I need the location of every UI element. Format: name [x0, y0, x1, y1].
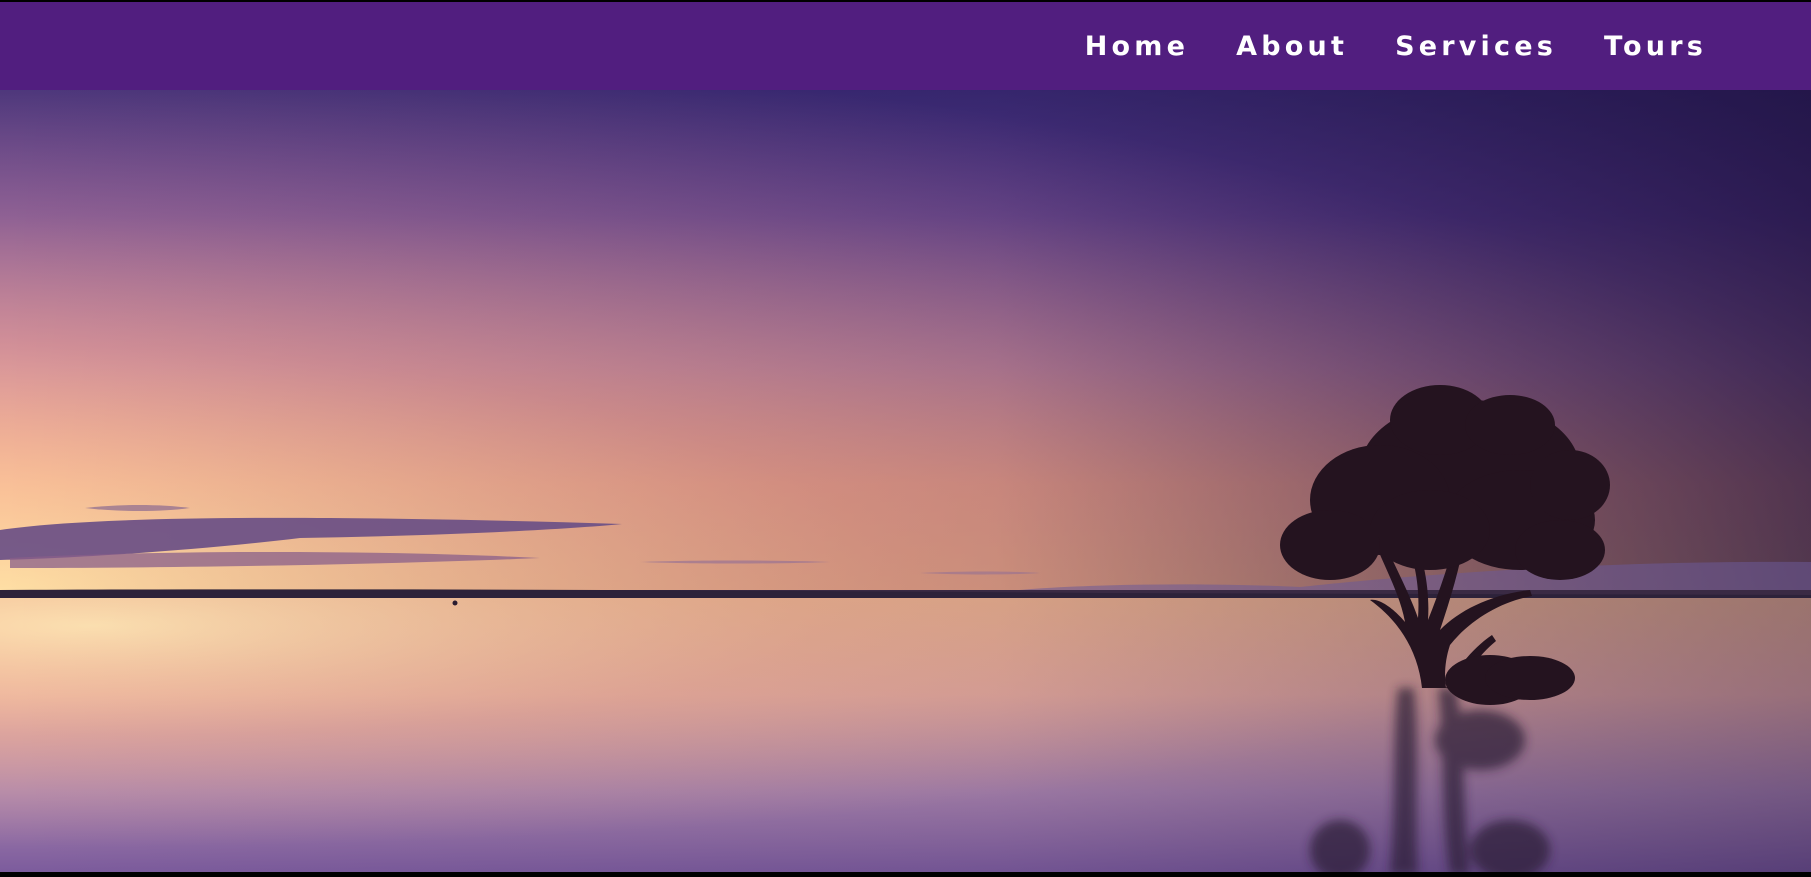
- nav-links: Home About Services Tours: [1085, 2, 1707, 90]
- nav-link-tours[interactable]: Tours: [1604, 31, 1707, 62]
- page: Home About Services Tours: [0, 0, 1811, 877]
- nav-link-home[interactable]: Home: [1085, 31, 1189, 62]
- hero-photo: [0, 90, 1811, 875]
- nav-link-services[interactable]: Services: [1395, 31, 1557, 62]
- hero-banner: [0, 90, 1811, 875]
- top-navbar: Home About Services Tours: [0, 2, 1811, 90]
- nav-link-about[interactable]: About: [1236, 31, 1348, 62]
